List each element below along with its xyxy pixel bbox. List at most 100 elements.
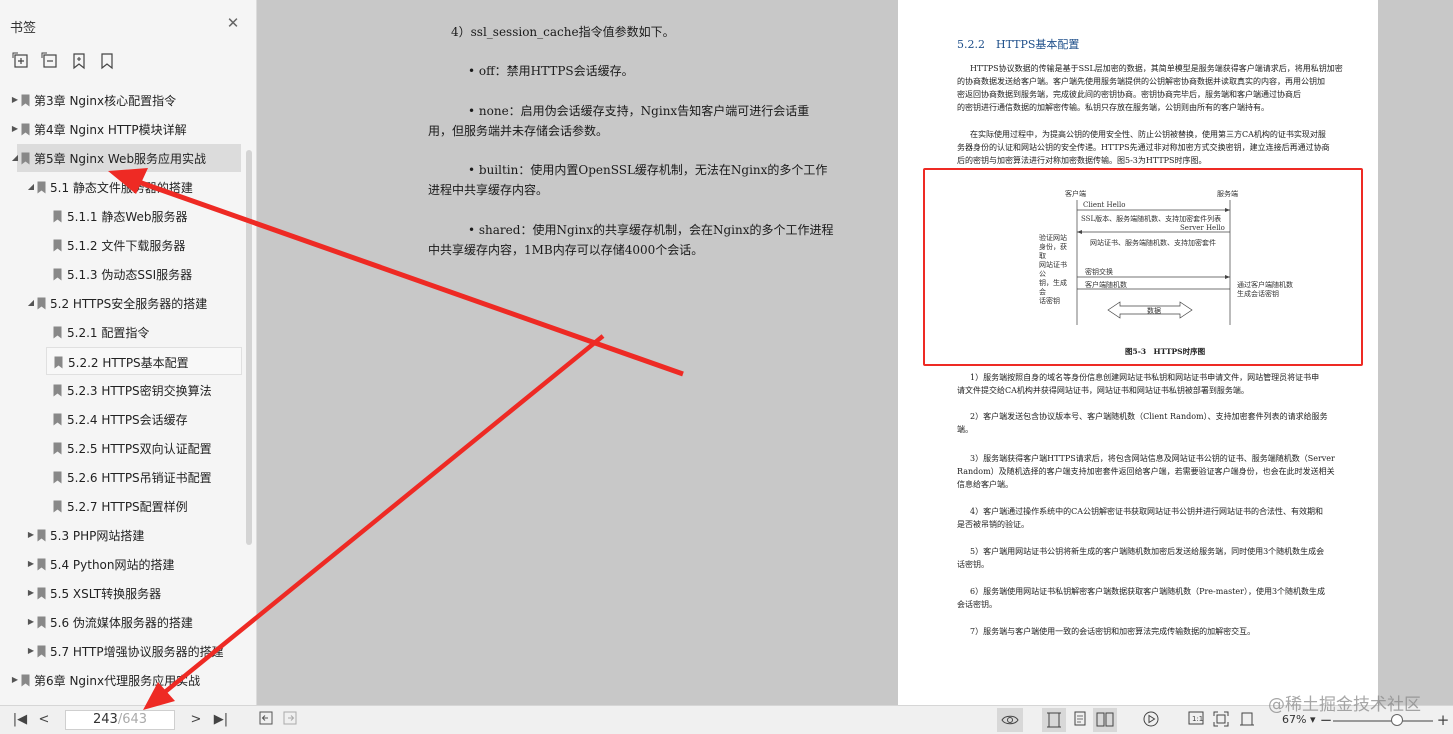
step-line: 请文件提交给CA机构并获得网站证书，网站证书和网站证书私钥被部署到服务端。 bbox=[957, 386, 1249, 395]
collapse-caret-icon[interactable]: ◢ bbox=[26, 298, 36, 308]
left-page-line: • off：禁用HTTPS会话缓存。 bbox=[468, 64, 634, 78]
expand-caret-icon[interactable]: ▶ bbox=[26, 588, 36, 598]
expand-caret-icon[interactable]: ▶ bbox=[26, 559, 36, 569]
step-line: 是否被吊销的验证。 bbox=[957, 520, 1029, 529]
step-line: 1）服务端按照自身的域名等身份信息创建网站证书私钥和网站证书申请文件，网站管理员… bbox=[970, 373, 1320, 382]
prev-page-icon[interactable]: < bbox=[34, 711, 54, 729]
sidebar-item-label: 5.2.5 HTTPS双向认证配置 bbox=[67, 442, 212, 456]
sidebar-item-label: 5.2.3 HTTPS密钥交换算法 bbox=[67, 384, 212, 398]
sidebar-item[interactable]: ◢ 第5章 Nginx Web服务应用实战 bbox=[12, 144, 241, 172]
double-page-icon[interactable] bbox=[1093, 708, 1117, 732]
expand-caret-icon[interactable]: ▶ bbox=[10, 95, 20, 105]
sidebar-item[interactable]: ▶ 5.4 Python网站的搭建 bbox=[0, 550, 244, 578]
collapse-all-icon[interactable] bbox=[41, 52, 59, 70]
sidebar-item[interactable]: ▶ 5.7 HTTP增强协议服务器的搭建 bbox=[0, 637, 244, 665]
bookmark-icon bbox=[21, 94, 30, 107]
bookmark-icon bbox=[37, 529, 46, 542]
bookmark-tree: ▶ 第3章 Nginx核心配置指令 ▶ 第4章 Nginx HTTP模块详解 ◢ 第5章 … bbox=[0, 86, 257, 696]
ssl-info-label: SSL版本、服务端随机数、支持加密套件列表 bbox=[1081, 215, 1222, 223]
sidebar-item[interactable]: ◢ 5.1 静态文件服务器的搭建 bbox=[0, 173, 244, 201]
bookmark-icon bbox=[53, 500, 62, 513]
sidebar-item[interactable]: ▶ 第6章 Nginx代理服务应用实战 bbox=[0, 666, 244, 694]
actual-size-icon[interactable]: 1:1 bbox=[1186, 711, 1206, 729]
expand-caret-icon[interactable]: ▶ bbox=[26, 646, 36, 656]
next-page-icon[interactable]: > bbox=[186, 711, 206, 729]
expand-caret-icon[interactable]: ▶ bbox=[10, 675, 20, 685]
paragraph-line: 密返回协商数据到服务端，完成彼此间的密钥协商。密钥协商完毕后，服务端和客户端通过… bbox=[957, 90, 1301, 99]
sidebar-item[interactable]: 5.2.5 HTTPS双向认证配置 bbox=[0, 434, 244, 462]
bookmark-icon bbox=[37, 616, 46, 629]
bookmark-icon bbox=[37, 645, 46, 658]
close-icon[interactable]: ✕ bbox=[224, 14, 242, 32]
add-bookmark-icon[interactable] bbox=[70, 52, 88, 70]
step-line: 信息给客户端。 bbox=[957, 480, 1013, 489]
page-number-input[interactable]: 243/643 bbox=[65, 710, 175, 730]
sidebar-item[interactable]: ▶ 5.3 PHP网站搭建 bbox=[0, 521, 244, 549]
play-icon[interactable] bbox=[1141, 711, 1161, 729]
expand-caret-icon[interactable]: ▶ bbox=[26, 530, 36, 540]
key-exchange-label: 密钥交换 bbox=[1085, 268, 1113, 276]
bookmark-icon bbox=[53, 471, 62, 484]
paragraph-line: 在实际使用过程中，为提高公钥的使用安全性、防止公钥被替换，使用第三方CA机构的证… bbox=[970, 130, 1326, 139]
step-line: 3）服务端获得客户端HTTPS请求后，将包含网站信息及网站证书公钥的证书、服务端… bbox=[970, 454, 1335, 463]
bookmark-icon bbox=[21, 123, 30, 136]
sidebar-item[interactable]: ▶ 第4章 Nginx HTTP模块详解 bbox=[0, 115, 244, 143]
collapse-caret-icon[interactable]: ◢ bbox=[10, 153, 20, 163]
step-line: Random）及随机选择的客户端支持加密套件返回给客户端，若需要验证客户端身份，… bbox=[957, 467, 1335, 476]
forward-icon[interactable] bbox=[280, 711, 300, 729]
bookmark-icon bbox=[37, 558, 46, 571]
sidebar-item[interactable]: ▶ 5.5 XSLT转换服务器 bbox=[0, 579, 244, 607]
left-page-line: 用，但服务端并未存储会话参数。 bbox=[428, 124, 609, 138]
bookmark-icon[interactable] bbox=[98, 52, 116, 70]
sidebar-item-label: 5.1.1 静态Web服务器 bbox=[67, 210, 188, 224]
sidebar-item[interactable]: 5.2.7 HTTPS配置样例 bbox=[0, 492, 244, 520]
sidebar-item-label: 5.2.6 HTTPS吊销证书配置 bbox=[67, 471, 212, 485]
sidebar-item[interactable]: 5.2.2 HTTPS基本配置 bbox=[46, 347, 242, 375]
sidebar-item-label: 第5章 Nginx Web服务应用实战 bbox=[34, 152, 207, 166]
single-page-icon[interactable] bbox=[1042, 708, 1066, 732]
expand-all-icon[interactable] bbox=[12, 52, 30, 70]
bookmark-icon bbox=[53, 239, 62, 252]
sidebar-item[interactable]: ◢ 5.2 HTTPS安全服务器的搭建 bbox=[0, 289, 244, 317]
sidebar-item[interactable]: 5.1.3 伪动态SSI服务器 bbox=[0, 260, 244, 288]
first-page-icon[interactable]: |◀ bbox=[10, 711, 30, 729]
sidebar-item-label: 5.7 HTTP增强协议服务器的搭建 bbox=[50, 645, 224, 659]
expand-caret-icon[interactable]: ▶ bbox=[26, 617, 36, 627]
section-heading: 5.2.2 HTTPS基本配置 bbox=[957, 38, 1080, 51]
step-line: 会话密钥。 bbox=[957, 600, 997, 609]
zoom-slider-thumb[interactable] bbox=[1391, 714, 1403, 726]
expand-caret-icon[interactable]: ▶ bbox=[10, 124, 20, 134]
client-hello-label: Client Hello bbox=[1083, 201, 1126, 209]
last-page-icon[interactable]: ▶| bbox=[211, 711, 231, 729]
step-line: 端。 bbox=[957, 425, 973, 434]
step-line: 2）客户端发送包含协议版本号、客户端随机数（Client Random）、支持加… bbox=[970, 412, 1328, 421]
sidebar-item[interactable]: 5.2.6 HTTPS吊销证书配置 bbox=[0, 463, 244, 491]
sidebar-item[interactable]: 5.2.4 HTTPS会话缓存 bbox=[0, 405, 244, 433]
collapse-caret-icon[interactable]: ◢ bbox=[26, 182, 36, 192]
fit-width-icon[interactable] bbox=[1237, 711, 1257, 729]
bookmark-icon bbox=[53, 413, 62, 426]
back-icon[interactable] bbox=[256, 711, 276, 729]
sidebar-item[interactable]: 5.2.1 配置指令 bbox=[0, 318, 244, 346]
fit-page-icon[interactable] bbox=[1211, 711, 1231, 729]
paragraph-line: 的协商数据发送给客户端。客户端先使用服务端提供的公钥解密协商数据并读取真实的内容… bbox=[957, 77, 1325, 86]
sidebar-scrollbar[interactable] bbox=[246, 150, 252, 545]
sidebar-item[interactable]: 5.1.1 静态Web服务器 bbox=[0, 202, 244, 230]
sidebar-item-label: 5.1 静态文件服务器的搭建 bbox=[50, 181, 193, 195]
bookmark-icon bbox=[37, 297, 46, 310]
sidebar-item[interactable]: ▶ 第3章 Nginx核心配置指令 bbox=[0, 86, 244, 114]
zoom-slider[interactable] bbox=[1333, 720, 1433, 722]
sidebar-item[interactable]: ▶ 5.6 伪流媒体服务器的搭建 bbox=[0, 608, 244, 636]
server-hello-label: Server Hello bbox=[1180, 224, 1225, 232]
eye-protection-icon[interactable] bbox=[997, 708, 1023, 732]
paragraph-line: HTTPS协议数据的传输是基于SSL层加密的数据，其简单模型是服务端获得客户端请… bbox=[970, 64, 1343, 73]
bookmark-icon bbox=[21, 674, 30, 687]
bookmark-icon bbox=[53, 326, 62, 339]
document-icon[interactable] bbox=[1070, 711, 1090, 729]
sidebar-item[interactable]: 5.2.3 HTTPS密钥交换算法 bbox=[0, 376, 244, 404]
sidebar-item[interactable]: 5.1.2 文件下载服务器 bbox=[0, 231, 244, 259]
zoom-in-icon[interactable]: + bbox=[1433, 711, 1453, 729]
current-page: 243 bbox=[92, 712, 118, 727]
https-sequence-figure: 客户端 服务端 Client Hello SSL版本、服务端随机数、支持加密套件… bbox=[923, 168, 1363, 366]
sidebar-header: 书签 ✕ bbox=[0, 0, 257, 44]
